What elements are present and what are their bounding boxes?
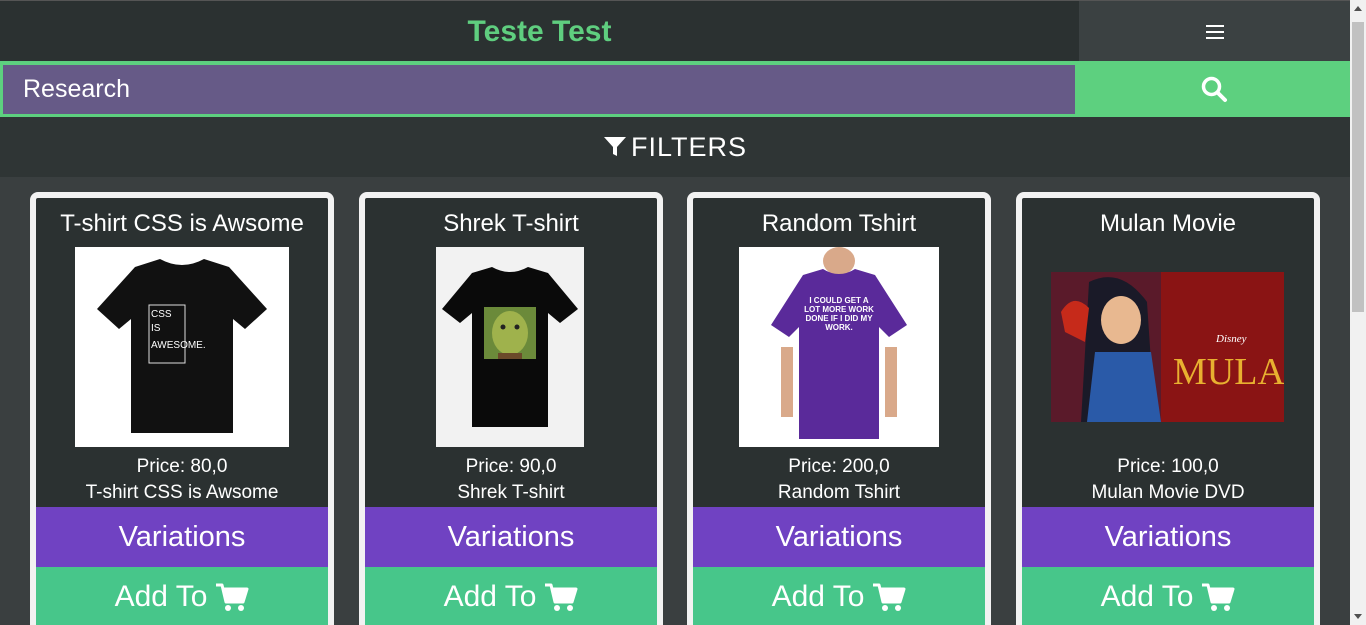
product-price: Price: 200,0	[788, 456, 890, 477]
tshirt-print-line: LOT MORE WORK	[804, 305, 874, 314]
add-to-cart-button[interactable]: Add To	[693, 567, 985, 625]
product-card: T-shirt CSS is Awsome CSS IS AWESOME. Pr…	[30, 192, 334, 625]
product-image[interactable]: Disney MULAN	[1051, 272, 1284, 422]
product-description: T-shirt CSS is Awsome	[85, 482, 279, 503]
add-to-label: Add To	[443, 580, 537, 613]
variations-button[interactable]: Variations	[365, 507, 657, 567]
variations-button[interactable]: Variations	[36, 507, 328, 567]
product-description: Shrek T-shirt	[457, 482, 565, 503]
product-title: Random Tshirt	[761, 210, 917, 237]
product-card: Mulan Movie Disney MULAN Price: 100,0 Mu…	[1016, 192, 1320, 625]
black-tshirt-image: CSS IS AWESOME.	[97, 259, 267, 433]
add-to-label: Add To	[771, 580, 865, 613]
variations-button[interactable]: Variations	[693, 507, 985, 567]
product-title: T-shirt CSS is Awsome	[60, 210, 304, 237]
funnel-icon	[603, 137, 626, 156]
shopping-cart-icon	[873, 583, 906, 611]
shopping-cart-icon	[1202, 583, 1235, 611]
purple-tshirt-image: I COULD GET A LOT MORE WORK DONE IF I DI…	[771, 247, 907, 439]
tshirt-print-line: AWESOME.	[151, 340, 206, 351]
brand-title[interactable]: Teste Test	[0, 1, 1079, 63]
menu-button[interactable]	[1079, 1, 1350, 63]
add-to-label: Add To	[1100, 580, 1194, 613]
product-description: Mulan Movie DVD	[1091, 482, 1245, 503]
product-price: Price: 90,0	[465, 456, 557, 477]
disney-logo-text: Disney	[1215, 333, 1247, 345]
search-icon	[1201, 76, 1227, 102]
product-card: Random Tshirt I COULD GET A LOT MORE WOR…	[687, 192, 991, 625]
product-description: Random Tshirt	[777, 482, 901, 503]
scroll-thumb[interactable]	[1352, 22, 1364, 312]
shopping-cart-icon	[216, 583, 249, 611]
product-price: Price: 80,0	[136, 456, 228, 477]
product-image[interactable]: CSS IS AWESOME.	[75, 247, 289, 447]
scroll-down-arrow-icon[interactable]	[1350, 608, 1366, 625]
search-button[interactable]	[1077, 61, 1350, 117]
scroll-up-arrow-icon[interactable]	[1350, 0, 1366, 17]
mulan-logo-text: MULAN	[1173, 351, 1284, 393]
product-title: Mulan Movie	[1099, 210, 1237, 237]
variations-button[interactable]: Variations	[1022, 507, 1314, 567]
add-to-cart-button[interactable]: Add To	[1022, 567, 1314, 625]
product-grid: T-shirt CSS is Awsome CSS IS AWESOME. Pr…	[0, 177, 1350, 625]
filters-label: FILTERS	[630, 131, 747, 162]
tshirt-print-line: DONE IF I DID MY	[805, 314, 873, 323]
tshirt-print-line: I COULD GET A	[809, 296, 868, 305]
product-title: Shrek T-shirt	[443, 210, 579, 237]
add-to-label: Add To	[114, 580, 208, 613]
product-card: Shrek T-shirt Price: 90,0 Shrek T-shirt …	[359, 192, 663, 625]
shopping-cart-icon	[545, 583, 578, 611]
page-scrollbar[interactable]	[1350, 0, 1366, 625]
product-image[interactable]: I COULD GET A LOT MORE WORK DONE IF I DI…	[739, 247, 939, 447]
add-to-cart-button[interactable]: Add To	[36, 567, 328, 625]
top-header: Teste Test	[0, 0, 1350, 63]
tshirt-print-line: IS	[151, 323, 161, 334]
product-image[interactable]	[436, 247, 584, 447]
search-input[interactable]	[3, 65, 1075, 114]
tshirt-print-line: WORK.	[825, 323, 853, 332]
tshirt-print-line: CSS	[151, 309, 172, 320]
product-price: Price: 100,0	[1117, 456, 1219, 477]
mulan-movie-image: Disney MULAN	[1051, 272, 1284, 422]
hamburger-menu-icon	[1205, 25, 1224, 39]
filters-toggle[interactable]: FILTERS	[0, 117, 1350, 177]
shrek-tshirt-image	[442, 267, 578, 427]
add-to-cart-button[interactable]: Add To	[365, 567, 657, 625]
search-bar	[0, 61, 1350, 117]
